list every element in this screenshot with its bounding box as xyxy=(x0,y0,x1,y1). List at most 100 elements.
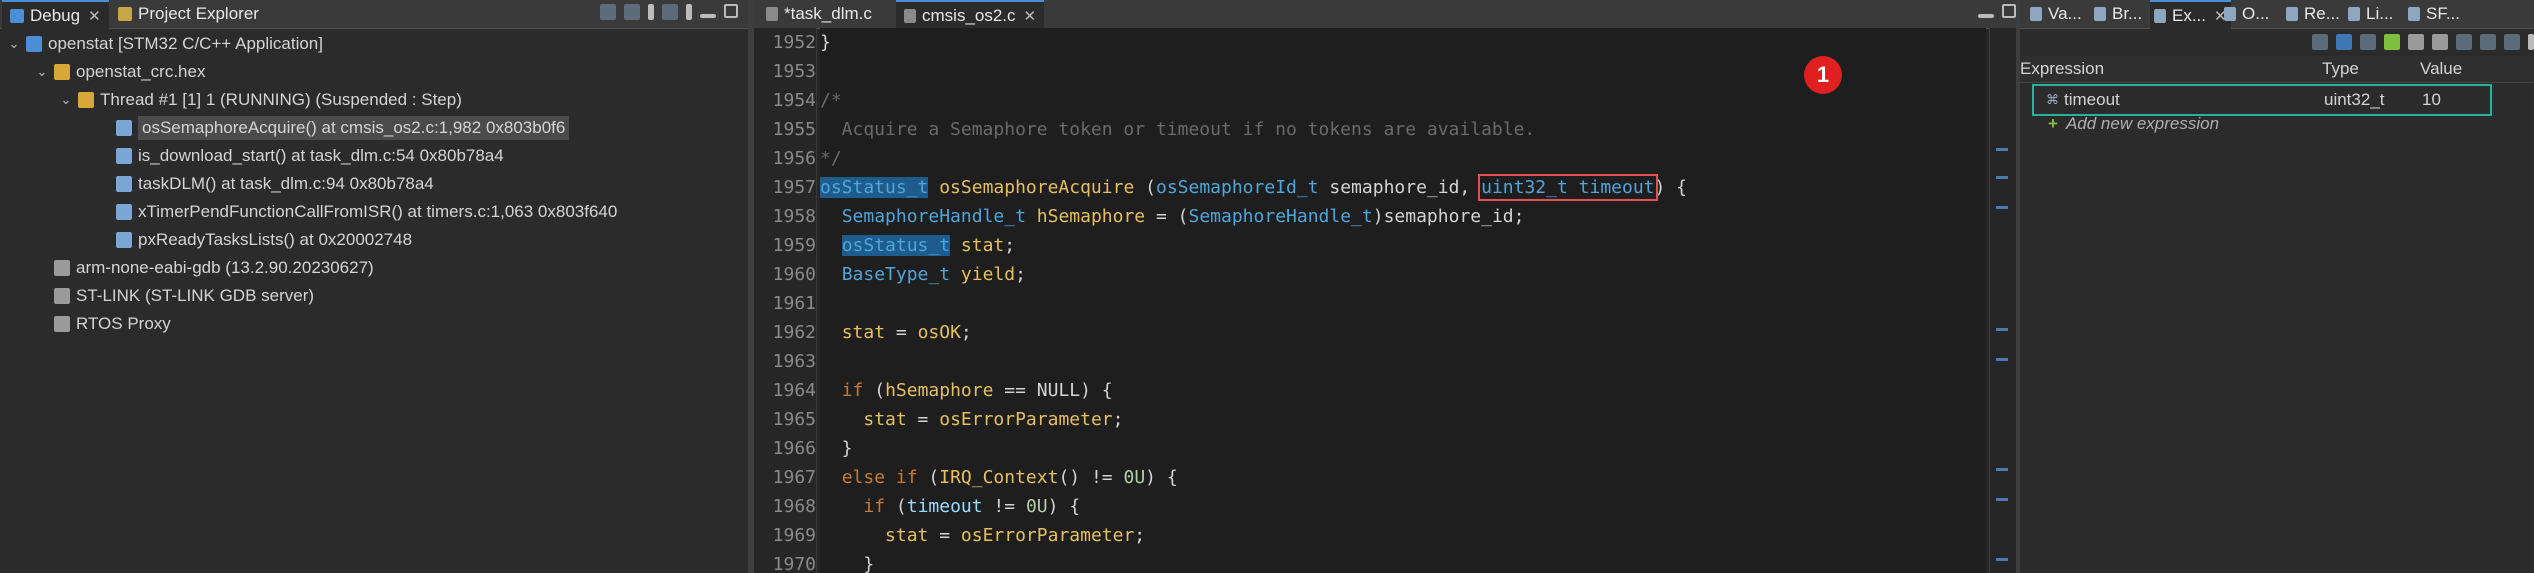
line-number[interactable]: 1956 xyxy=(754,144,816,173)
show-logical-structure-icon[interactable] xyxy=(2336,34,2352,50)
code-line[interactable]: Acquire a Semaphore token or timeout if … xyxy=(820,115,1536,144)
code-line[interactable]: stat = osErrorParameter; xyxy=(820,521,1145,550)
line-number[interactable]: 1963 xyxy=(754,347,816,376)
line-number[interactable]: 1968 xyxy=(754,492,816,521)
debug-tree-label: openstat [STM32 C/C++ Application] xyxy=(48,34,323,53)
code-line[interactable]: osStatus_t osSemaphoreAcquire (osSemapho… xyxy=(820,173,1687,202)
tab-debug[interactable]: Debug ✕ xyxy=(2,0,109,29)
right-tab[interactable]: Li... xyxy=(2344,0,2397,28)
expression-value[interactable]: 10 xyxy=(2422,90,2441,110)
code-line[interactable]: } xyxy=(820,550,874,573)
close-icon[interactable]: ✕ xyxy=(1024,7,1037,25)
line-number[interactable]: 1967 xyxy=(754,463,816,492)
line-number[interactable]: 1961 xyxy=(754,289,816,318)
close-icon[interactable]: ✕ xyxy=(88,7,101,25)
overview-ruler[interactable] xyxy=(1989,28,2016,573)
code-line[interactable]: } xyxy=(820,434,853,463)
line-number[interactable]: 1952 xyxy=(754,28,816,57)
view-menu-icon[interactable] xyxy=(2528,34,2534,50)
add-expression-icon[interactable] xyxy=(2384,34,2400,50)
layout-icon[interactable] xyxy=(2504,34,2520,50)
line-number[interactable]: 1960 xyxy=(754,260,816,289)
tab-task-dlm[interactable]: *task_dlm.c xyxy=(758,0,880,28)
right-tab[interactable]: Ex... ✕ xyxy=(2150,0,2231,29)
debug-tree-item[interactable]: taskDLM() at task_dlm.c:94 0x80b78a4 xyxy=(96,170,434,198)
column-value[interactable]: Value xyxy=(2420,59,2462,79)
right-tab[interactable]: SF... xyxy=(2404,0,2464,28)
overview-marker[interactable] xyxy=(1996,558,2008,561)
debug-tree-item[interactable]: is_download_start() at task_dlm.c:54 0x8… xyxy=(96,142,504,170)
tab-cmsis-os2[interactable]: cmsis_os2.c ✕ xyxy=(896,0,1045,29)
right-tab[interactable]: O... xyxy=(2220,0,2273,28)
line-number[interactable]: 1959 xyxy=(754,231,816,260)
debug-tree-item[interactable]: osSemaphoreAcquire() at cmsis_os2.c:1,98… xyxy=(96,114,570,142)
code-line[interactable]: if (timeout != 0U) { xyxy=(820,492,1080,521)
line-number[interactable]: 1957 xyxy=(754,173,816,202)
overview-marker[interactable] xyxy=(1996,206,2008,209)
debug-tree-label: ST-LINK (ST-LINK GDB server) xyxy=(76,286,315,305)
remove-icon[interactable] xyxy=(2408,34,2424,50)
refresh-icon[interactable] xyxy=(2456,34,2472,50)
remove-all-icon[interactable] xyxy=(2432,34,2448,50)
code-line[interactable]: /* xyxy=(820,86,842,115)
code-line[interactable]: */ xyxy=(820,144,842,173)
add-new-expression[interactable]: + Add new expression xyxy=(2048,114,2219,134)
overview-marker[interactable] xyxy=(1996,358,2008,361)
maximize-icon[interactable] xyxy=(724,4,738,18)
code-line[interactable]: osStatus_t stat; xyxy=(820,231,1015,260)
line-number[interactable]: 1969 xyxy=(754,521,816,550)
minimize-icon[interactable] xyxy=(700,14,716,18)
line-number[interactable]: 1970 xyxy=(754,550,816,573)
column-expression[interactable]: Expression xyxy=(2020,59,2104,79)
tab-project-explorer[interactable]: Project Explorer xyxy=(112,0,265,28)
code-line[interactable]: if (hSemaphore == NULL) { xyxy=(820,376,1113,405)
overview-marker[interactable] xyxy=(1996,468,2008,471)
collapse-all-icon[interactable] xyxy=(600,4,616,20)
code-area[interactable]: } /* Acquire a Semaphore token or timeout… xyxy=(820,28,1986,573)
overview-marker[interactable] xyxy=(1996,176,2008,179)
code-token: /* xyxy=(820,90,842,111)
code-line[interactable]: stat = osErrorParameter; xyxy=(820,405,1123,434)
maximize-icon[interactable] xyxy=(2002,4,2016,18)
line-number[interactable]: 1965 xyxy=(754,405,816,434)
line-number[interactable]: 1964 xyxy=(754,376,816,405)
debug-tree-item[interactable]: ⌄ Thread #1 [1] 1 (RUNNING) (Suspended : … xyxy=(58,86,462,114)
debug-tree-item[interactable]: arm-none-eabi-gdb (13.2.90.20230627) xyxy=(34,254,374,282)
code-line[interactable]: BaseType_t yield; xyxy=(820,260,1026,289)
debug-tree-item[interactable]: RTOS Proxy xyxy=(34,310,171,338)
line-number[interactable]: 1958 xyxy=(754,202,816,231)
right-tab[interactable]: Va... xyxy=(2026,0,2086,28)
line-number[interactable]: 1966 xyxy=(754,434,816,463)
overview-marker[interactable] xyxy=(1996,498,2008,501)
view-menu-icon[interactable] xyxy=(648,4,654,20)
debug-tree-item[interactable]: ST-LINK (ST-LINK GDB server) xyxy=(34,282,314,310)
expression-row[interactable]: ⌘ timeout uint32_t 10 xyxy=(2032,84,2492,116)
debug-tree-item[interactable]: ⌄ openstat [STM32 C/C++ Application] xyxy=(6,30,323,58)
debug-tree-item[interactable]: xTimerPendFunctionCallFromISR() at timer… xyxy=(96,198,617,226)
line-number[interactable]: 1955 xyxy=(754,115,816,144)
collapse-all-icon[interactable] xyxy=(2360,34,2376,50)
code-line[interactable]: SemaphoreHandle_t hSemaphore = (Semaphor… xyxy=(820,202,1525,231)
expand-arrow-icon[interactable]: ⌄ xyxy=(34,64,50,80)
remove-terminated-icon[interactable] xyxy=(624,4,640,20)
debug-tree-item[interactable]: ⌄ openstat_crc.hex xyxy=(34,58,206,86)
minimize-icon[interactable] xyxy=(1978,14,1994,18)
code-line[interactable]: stat = osOK; xyxy=(820,318,972,347)
code-line[interactable]: else if (IRQ_Context() != 0U) { xyxy=(820,463,1178,492)
show-type-names-icon[interactable] xyxy=(2312,34,2328,50)
column-type[interactable]: Type xyxy=(2322,59,2359,79)
expand-arrow-icon[interactable]: ⌄ xyxy=(6,36,22,52)
debug-tree-item[interactable]: pxReadyTasksLists() at 0x20002748 xyxy=(96,226,412,254)
right-tab[interactable]: Re... xyxy=(2282,0,2344,28)
line-number[interactable]: 1962 xyxy=(754,318,816,347)
step-return-icon[interactable] xyxy=(662,4,678,20)
right-tab[interactable]: Br... xyxy=(2090,0,2146,28)
expand-arrow-icon[interactable]: ⌄ xyxy=(58,92,74,108)
more-icon[interactable] xyxy=(686,4,692,20)
line-number[interactable]: 1953 xyxy=(754,57,816,86)
overview-marker[interactable] xyxy=(1996,148,2008,151)
code-line[interactable]: } xyxy=(820,28,831,57)
overview-marker[interactable] xyxy=(1996,328,2008,331)
pin-icon[interactable] xyxy=(2480,34,2496,50)
line-number[interactable]: 1954 xyxy=(754,86,816,115)
